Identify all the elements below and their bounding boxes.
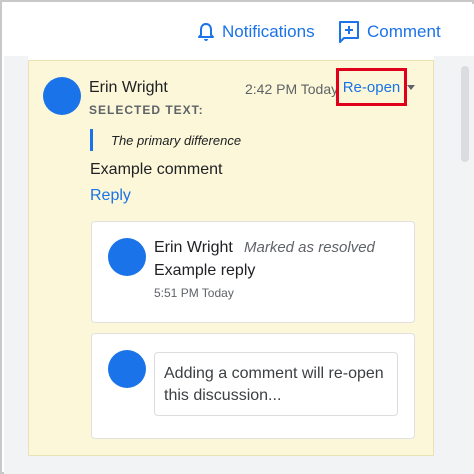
add-comment-icon <box>338 20 360 44</box>
comment-panel: Notifications Comment Erin Wright 2:42 P… <box>0 0 474 474</box>
avatar <box>43 77 81 115</box>
avatar <box>108 350 146 388</box>
reply-card: Erin Wright Marked as resolved Example r… <box>91 221 415 323</box>
comment-body: Example comment <box>90 161 223 178</box>
resolved-status: Marked as resolved <box>244 239 375 256</box>
avatar <box>108 238 146 276</box>
bell-icon <box>197 22 215 42</box>
new-comment-card <box>91 333 415 439</box>
comment-author: Erin Wright <box>89 79 168 96</box>
chevron-down-icon[interactable] <box>407 85 415 90</box>
notifications-button[interactable]: Notifications <box>197 18 315 46</box>
new-comment-input[interactable] <box>154 352 398 416</box>
reply-link[interactable]: Reply <box>90 187 131 205</box>
reopen-label: Re-open <box>342 78 401 96</box>
comment-time: 2:42 PM Today <box>245 81 339 97</box>
add-comment-button[interactable]: Comment <box>338 18 441 46</box>
comment-toolbar: Notifications Comment <box>4 4 474 56</box>
reply-time: 5:51 PM Today <box>154 286 234 300</box>
selected-text-label: SELECTED TEXT: <box>89 103 204 117</box>
quote-bar <box>90 129 93 151</box>
panel-margin-left <box>4 56 28 474</box>
reply-author: Erin Wright <box>154 239 233 256</box>
reopen-button[interactable]: Re-open <box>336 68 407 106</box>
notifications-label: Notifications <box>222 22 315 41</box>
selected-text-quote: The primary difference <box>111 133 242 148</box>
comment-label: Comment <box>367 22 441 41</box>
reply-body: Example reply <box>154 262 256 279</box>
scrollbar[interactable] <box>461 66 469 162</box>
comment-thread-card: Erin Wright 2:42 PM Today Re-open SELECT… <box>28 60 434 456</box>
panel-margin-bottom <box>4 456 474 474</box>
